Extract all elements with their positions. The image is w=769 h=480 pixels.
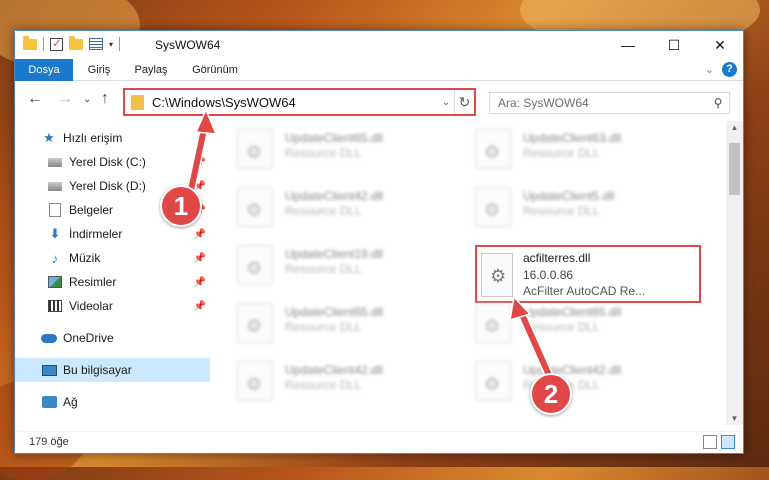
step-1-badge: 1 — [160, 185, 202, 227]
annotation-arrows — [185, 108, 557, 387]
arrow-step-1 — [185, 108, 218, 200]
arrow-step-2 — [509, 295, 557, 387]
step-2-badge: 2 — [530, 373, 572, 415]
